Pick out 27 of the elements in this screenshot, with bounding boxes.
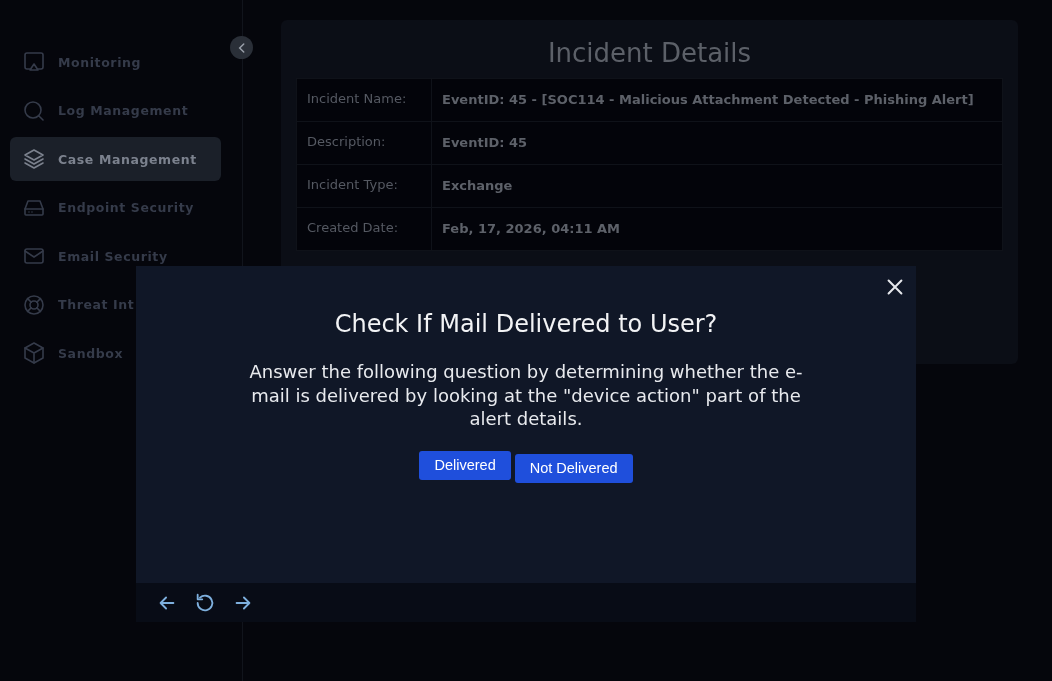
answer-button[interactable]: Delivered bbox=[419, 450, 511, 480]
field-value: EventID: 45 - [SOC114 - Malicious Attachment Detected - Phishing Alert] bbox=[431, 78, 1003, 122]
sidebar-item[interactable]: Email Security bbox=[10, 234, 221, 278]
sidebar-item[interactable]: Log Management bbox=[10, 88, 221, 133]
restart-button[interactable] bbox=[194, 591, 216, 614]
cube-icon bbox=[22, 341, 46, 365]
sidebar-item[interactable]: Sandbox bbox=[10, 331, 221, 375]
sidebar-item[interactable]: Threat Int bbox=[10, 282, 221, 327]
field-value: EventID: 45 bbox=[431, 121, 1003, 165]
monitor-icon bbox=[22, 50, 46, 74]
field-value: Feb, 17, 2026, 04:11 AM bbox=[431, 207, 1003, 251]
dialog-title: Check If Mail Delivered to User? bbox=[334, 310, 718, 338]
field-label: Description: bbox=[296, 121, 432, 165]
field-label: Incident Name: bbox=[296, 78, 432, 122]
question-text: Answer the following question by determining whether the e-mail is delivered by looking at the "device action" part of the alert details. bbox=[248, 360, 804, 431]
lifebuoy-icon bbox=[22, 292, 46, 317]
answer-button[interactable]: Not Delivered bbox=[514, 453, 633, 483]
sidebar-item[interactable]: Case Management bbox=[10, 137, 221, 181]
field-label: Incident Type: bbox=[296, 164, 432, 208]
sidebar-item[interactable]: Endpoint Security bbox=[10, 185, 221, 230]
layers-icon bbox=[22, 147, 46, 171]
field-label: Created Date: bbox=[296, 207, 432, 251]
card-title: Incident Details bbox=[546, 38, 753, 68]
field-value: Exchange bbox=[431, 164, 1003, 208]
collapse-button[interactable] bbox=[230, 36, 253, 59]
search-icon bbox=[22, 98, 46, 123]
sidebar-item[interactable]: Monitoring bbox=[10, 40, 221, 84]
